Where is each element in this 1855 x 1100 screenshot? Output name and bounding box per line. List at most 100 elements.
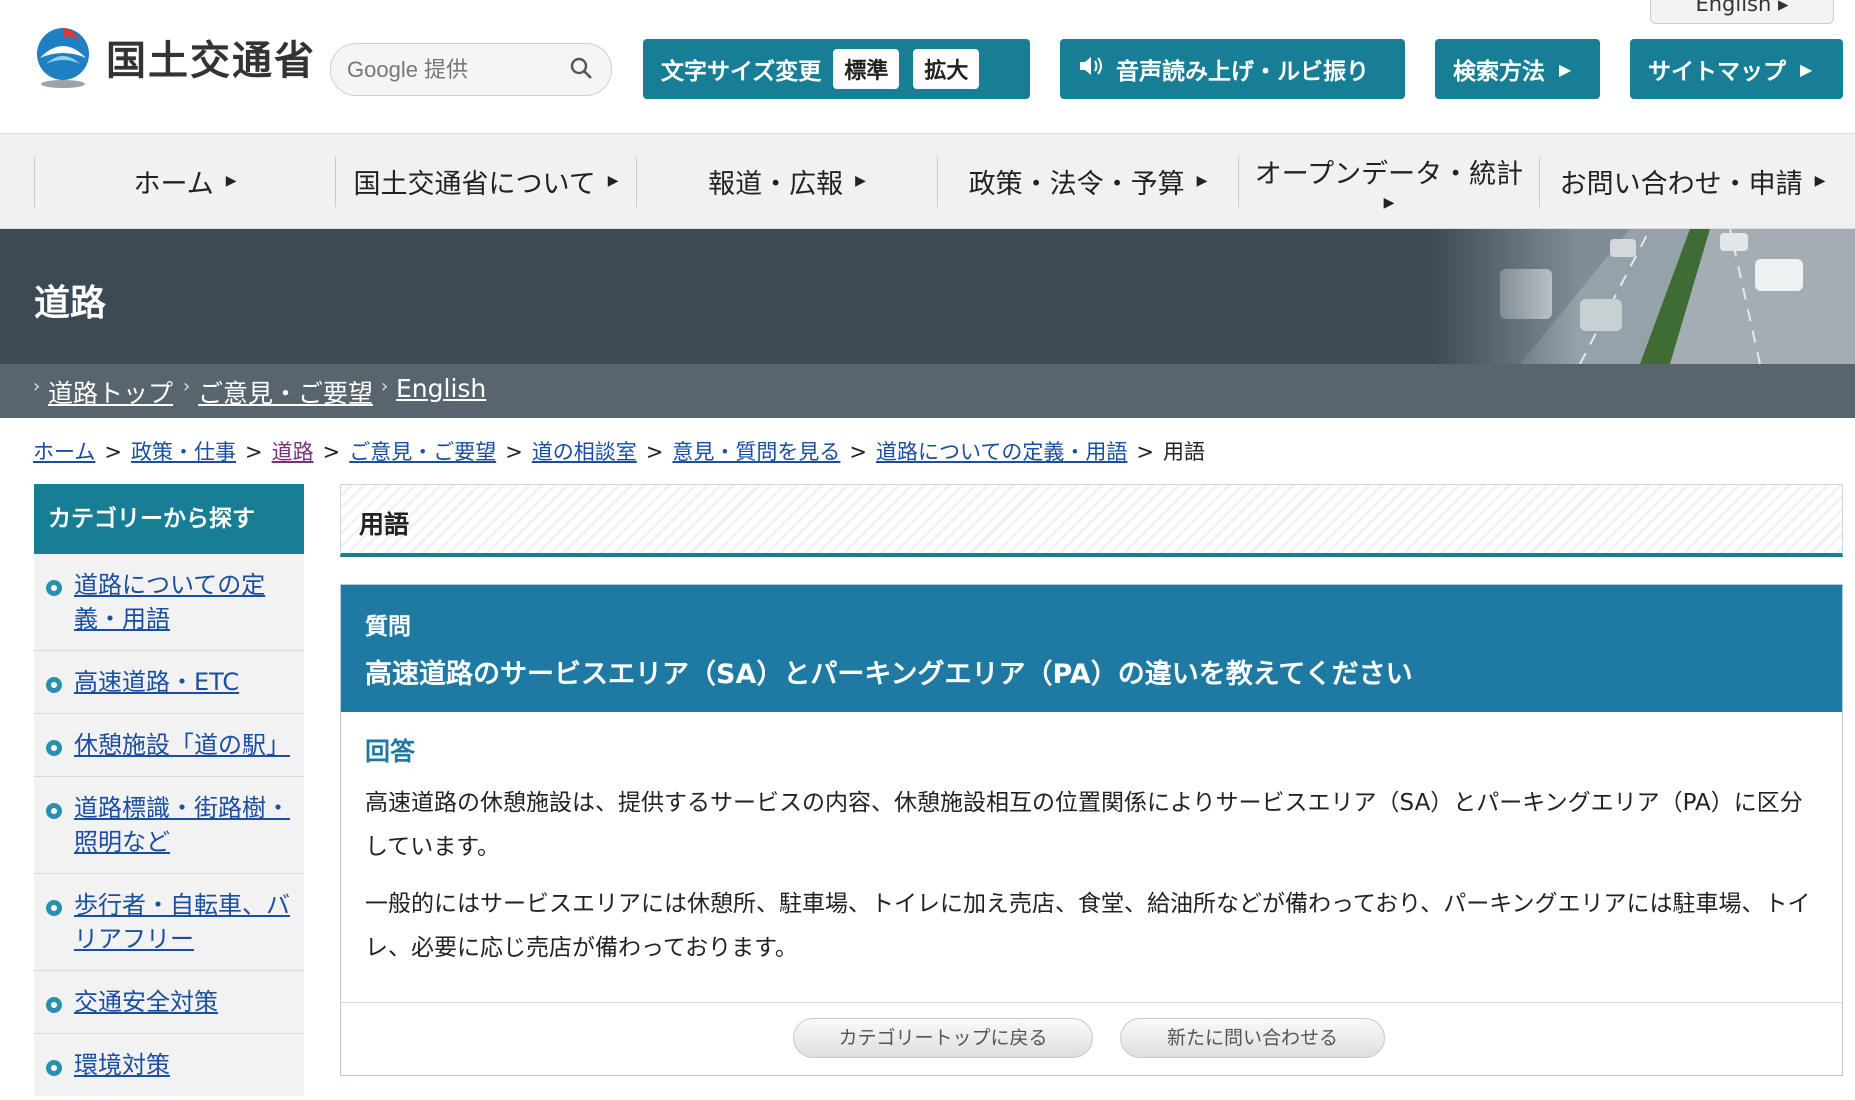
page-title-box: 用語: [340, 484, 1843, 557]
breadcrumb-separator: >: [849, 440, 868, 464]
font-size-large-button[interactable]: 拡大: [913, 49, 980, 89]
back-to-category-button[interactable]: カテゴリートップに戻る: [793, 1018, 1093, 1058]
site-header: English ▸ 国土交通省 文字サイズ変更 標準 拡大 音声読み上げ・ルビ振…: [0, 0, 1855, 134]
speaker-icon: [1078, 55, 1104, 83]
page-title: 用語: [359, 510, 410, 539]
breadcrumb-policy[interactable]: 政策・仕事: [131, 440, 236, 464]
mlit-logo[interactable]: 国土交通省: [32, 22, 316, 92]
breadcrumb-current: 用語: [1163, 440, 1206, 464]
breadcrumb-separator: >: [1136, 440, 1155, 464]
nav-policy[interactable]: 政策・法令・予算 ▶: [938, 134, 1238, 228]
sidebar-link-michinoeki[interactable]: 休憩施設「道の駅」: [74, 731, 290, 759]
breadcrumb-view-questions[interactable]: 意見・質問を見る: [672, 440, 840, 464]
triangle-right-icon: ▶: [225, 173, 237, 189]
font-size-standard-button[interactable]: 標準: [833, 49, 900, 89]
breadcrumb-separator: >: [244, 440, 263, 464]
sidebar-link-environment[interactable]: 環境対策: [74, 1051, 170, 1079]
circle-bullet-icon: [46, 900, 62, 916]
sidebar-item-signs: 道路標識・街路樹・照明など: [34, 776, 304, 873]
arrow-right-icon: ▶: [1559, 59, 1572, 79]
answer-paragraph: 高速道路の休憩施設は、提供するサービスの内容、休憩施設相互の位置関係によりサービ…: [365, 790, 1803, 860]
voice-ruby-label: 音声読み上げ・ルビ振り: [1116, 59, 1369, 85]
triangle-right-icon: ▶: [1383, 194, 1395, 211]
triangle-right-icon: ▶: [1814, 173, 1826, 189]
subnav-english[interactable]: English: [396, 374, 486, 403]
triangle-right-icon: ▶: [607, 173, 619, 189]
nav-about-label: 国土交通省について: [353, 168, 596, 200]
sitemap-button[interactable]: サイトマップ ▶: [1630, 39, 1843, 99]
sidebar-link-traffic-safety[interactable]: 交通安全対策: [74, 988, 218, 1016]
qa-divider: [341, 1002, 1842, 1003]
breadcrumb-definitions[interactable]: 道路についての定義・用語: [876, 440, 1127, 464]
qa-panel: 質問 高速道路のサービスエリア（SA）とパーキングエリア（PA）の違いを教えてく…: [340, 584, 1843, 1076]
logo-text: 国土交通省: [106, 38, 316, 84]
section-subnav: › 道路トップ › ご意見・ご要望 › English: [0, 364, 1855, 418]
font-size-control: 文字サイズ変更 標準 拡大: [643, 39, 1030, 99]
highway-photo: [1430, 228, 1855, 365]
question-header: 質問 高速道路のサービスエリア（SA）とパーキングエリア（PA）の違いを教えてく…: [341, 585, 1842, 712]
logo-mark-icon: [32, 26, 94, 88]
breadcrumb-separator: >: [505, 440, 523, 464]
breadcrumb-separator: >: [322, 440, 341, 464]
sidebar-link-pedestrian[interactable]: 歩行者・自転車、バリアフリー: [74, 891, 290, 953]
nav-open-data-label: オープンデータ・統計: [1254, 158, 1524, 190]
chevron-right-icon: ›: [33, 376, 41, 397]
triangle-right-icon: ▶: [1196, 173, 1208, 189]
nav-open-data[interactable]: オープンデータ・統計 ▶: [1239, 134, 1539, 228]
answer-label: 回答: [365, 737, 416, 766]
circle-bullet-icon: [46, 677, 62, 693]
chevron-right-icon: ›: [183, 376, 191, 397]
sidebar-link-definitions[interactable]: 道路についての定義・用語: [74, 571, 265, 633]
answer-paragraph: 一般的にはサービスエリアには休憩所、駐車場、トイレに加え売店、食堂、給油所などが…: [365, 891, 1811, 961]
chevron-right-icon: ›: [381, 376, 389, 397]
breadcrumb-opinions[interactable]: ご意見・ご要望: [349, 440, 496, 464]
section-banner: 道路: [0, 228, 1855, 365]
subnav-road-top[interactable]: 道路トップ: [48, 374, 173, 410]
nav-policy-label: 政策・法令・予算: [968, 168, 1185, 200]
sidebar-item-environment: 環境対策: [34, 1033, 304, 1096]
sidebar-item-michinoeki: 休憩施設「道の駅」: [34, 713, 304, 776]
nav-home[interactable]: ホーム ▶: [35, 134, 335, 228]
sidebar-item-traffic-safety: 交通安全対策: [34, 970, 304, 1033]
circle-bullet-icon: [46, 997, 62, 1013]
nav-about-mlit[interactable]: 国土交通省について ▶: [336, 134, 636, 228]
section-title: 道路: [34, 283, 107, 324]
arrow-right-icon: ▶: [1800, 59, 1813, 79]
new-inquiry-button[interactable]: 新たに問い合わせる: [1120, 1018, 1385, 1058]
search-box: [330, 43, 612, 96]
global-nav: ホーム ▶ 国土交通省について ▶ 報道・広報 ▶ 政策・法令・予算 ▶ オープンデータ…: [0, 134, 1855, 229]
sidebar-link-expressway[interactable]: 高速道路・ETC: [74, 668, 239, 696]
nav-press[interactable]: 報道・広報 ▶: [637, 134, 937, 228]
circle-bullet-icon: [46, 1060, 62, 1076]
breadcrumb-home[interactable]: ホーム: [33, 440, 95, 464]
sitemap-label: サイトマップ: [1648, 59, 1786, 85]
sidebar-list: 道路についての定義・用語 高速道路・ETC 休憩施設「道の駅」 道路標識・街路樹…: [34, 554, 304, 1096]
sidebar-heading: カテゴリーから探す: [34, 484, 304, 554]
sidebar-item-expressway: 高速道路・ETC: [34, 650, 304, 713]
nav-home-label: ホーム: [133, 168, 214, 200]
circle-bullet-icon: [46, 740, 62, 756]
circle-bullet-icon: [46, 803, 62, 819]
voice-ruby-button[interactable]: 音声読み上げ・ルビ振り: [1060, 39, 1405, 99]
nav-contact[interactable]: お問い合わせ・申請 ▶: [1540, 134, 1845, 228]
category-sidebar: カテゴリーから探す 道路についての定義・用語 高速道路・ETC 休憩施設「道の駅…: [34, 484, 304, 1096]
sidebar-item-definitions: 道路についての定義・用語: [34, 554, 304, 650]
breadcrumb-separator: >: [104, 440, 122, 464]
search-input[interactable]: [345, 55, 569, 84]
nav-contact-label: お問い合わせ・申請: [1559, 168, 1803, 200]
subnav-opinions[interactable]: ご意見・ご要望: [198, 374, 373, 410]
breadcrumb-separator: >: [645, 440, 664, 464]
font-size-label: 文字サイズ変更: [661, 59, 822, 85]
circle-bullet-icon: [46, 580, 62, 596]
question-label: 質問: [365, 614, 411, 640]
search-icon[interactable]: [569, 56, 593, 84]
triangle-right-icon: ▶: [855, 173, 866, 189]
english-link[interactable]: English ▸: [1650, 0, 1834, 24]
question-text: 高速道路のサービスエリア（SA）とパーキングエリア（PA）の違いを教えてください: [365, 659, 1413, 690]
nav-press-label: 報道・広報: [708, 168, 844, 200]
breadcrumb-consultation[interactable]: 道の相談室: [532, 440, 637, 464]
sidebar-link-signs[interactable]: 道路標識・街路樹・照明など: [74, 794, 290, 856]
breadcrumb-road[interactable]: 道路: [272, 440, 314, 464]
sidebar-item-pedestrian: 歩行者・自転車、バリアフリー: [34, 873, 304, 970]
search-method-button[interactable]: 検索方法 ▶: [1435, 39, 1600, 99]
